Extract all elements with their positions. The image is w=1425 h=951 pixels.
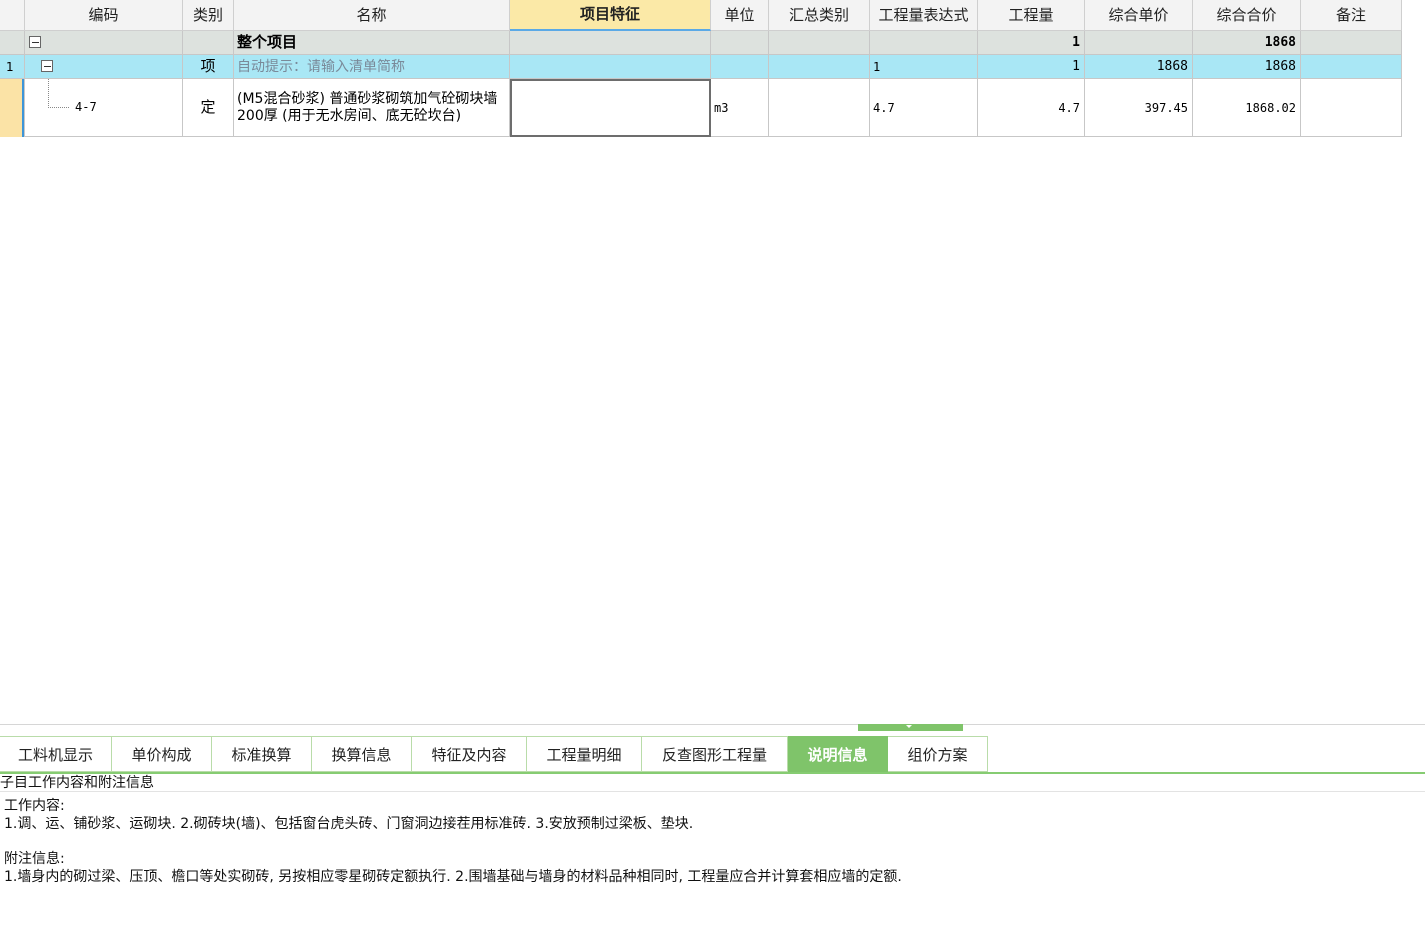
- table-row-project[interactable]: 整个项目 1 1868: [0, 31, 1402, 55]
- note-text: 1.墙身内的砌过梁、压顶、檐口等处实砌砖, 另按相应零星砌砖定额执行. 2.围墙…: [4, 869, 902, 885]
- row-unit[interactable]: [711, 31, 769, 55]
- tab-features-content[interactable]: 特征及内容: [412, 736, 527, 772]
- tab-unit-price-composition[interactable]: 单价构成: [112, 736, 212, 772]
- row-name[interactable]: 整个项目: [234, 31, 510, 55]
- row-qty[interactable]: 1: [978, 55, 1085, 79]
- row-total-price[interactable]: 1868: [1193, 55, 1301, 79]
- header-qty-expr[interactable]: 工程量表达式: [870, 0, 978, 31]
- tree-connector: [48, 79, 69, 108]
- tab-conversion-info[interactable]: 换算信息: [312, 736, 412, 772]
- header-type[interactable]: 类别: [183, 0, 234, 31]
- row-index[interactable]: [0, 31, 25, 55]
- row-unit-price[interactable]: [1085, 31, 1193, 55]
- section-title: 子目工作内容和附注信息: [0, 775, 154, 791]
- tab-quantity-detail[interactable]: 工程量明细: [527, 736, 642, 772]
- row-code[interactable]: [25, 55, 183, 79]
- row-qty-expr[interactable]: 1: [870, 55, 978, 79]
- tab-standard-conversion[interactable]: 标准换算: [212, 736, 312, 772]
- row-remark[interactable]: [1301, 55, 1402, 79]
- feature-edit-box[interactable]: [510, 79, 711, 137]
- work-content-text: 1.调、运、铺砂浆、运砌块. 2.砌砖块(墙)、包括窗台虎头砖、门窗洞边接茬用标…: [4, 816, 694, 832]
- row-total-price[interactable]: 1868: [1193, 31, 1301, 55]
- detail-tabs: 工料机显示 单价构成 标准换算 换算信息 特征及内容 工程量明细 反查图形工程量…: [0, 736, 988, 772]
- collapse-icon[interactable]: [29, 36, 41, 48]
- row-type[interactable]: [183, 31, 234, 55]
- panel-splitter[interactable]: [0, 724, 1425, 725]
- row-remark[interactable]: [1301, 31, 1402, 55]
- header-feature[interactable]: 项目特征: [510, 0, 711, 31]
- row-name[interactable]: (M5混合砂浆) 普通砂浆砌筑加气砼砌块墙 200厚 (用于无水房间、底无砼坎台…: [234, 79, 510, 137]
- tab-description-info[interactable]: 说明信息: [788, 736, 888, 772]
- row-type[interactable]: 项: [183, 55, 234, 79]
- row-summary-type[interactable]: [769, 31, 870, 55]
- tab-pricing-scheme[interactable]: 组价方案: [888, 736, 988, 772]
- section-divider: [0, 791, 1425, 792]
- header-summary-type[interactable]: 汇总类别: [769, 0, 870, 31]
- header-unit-price[interactable]: 综合单价: [1085, 0, 1193, 31]
- tab-material-display[interactable]: 工料机显示: [0, 736, 112, 772]
- row-unit-price[interactable]: 1868: [1085, 55, 1193, 79]
- row-code[interactable]: 4-7: [25, 79, 183, 137]
- row-summary-type[interactable]: [769, 55, 870, 79]
- row-feature[interactable]: [510, 31, 711, 55]
- tab-underline: [0, 772, 1425, 774]
- current-row-indicator: [0, 79, 24, 137]
- row-feature[interactable]: [510, 55, 711, 79]
- header-name[interactable]: 名称: [234, 0, 510, 31]
- grid-header: 编码 类别 名称 项目特征 单位 汇总类别 工程量表达式 工程量 综合单价 综合…: [0, 0, 1402, 31]
- row-qty-expr[interactable]: [870, 31, 978, 55]
- row-unit[interactable]: m3: [711, 79, 769, 137]
- header-index[interactable]: [0, 0, 25, 31]
- splitter-collapse-handle[interactable]: [858, 724, 963, 731]
- row-index[interactable]: 1: [0, 55, 25, 79]
- row-qty[interactable]: 4.7: [978, 79, 1085, 137]
- header-total-price[interactable]: 综合合价: [1193, 0, 1301, 31]
- row-total-price[interactable]: 1868.02: [1193, 79, 1301, 137]
- table-row-item[interactable]: 1 项 自动提示：请输入清单简称 1 1 1868 1868: [0, 55, 1402, 79]
- work-content-title: 工作内容:: [4, 798, 65, 814]
- header-code[interactable]: 编码: [25, 0, 183, 31]
- row-remark[interactable]: [1301, 79, 1402, 137]
- row-type[interactable]: 定: [183, 79, 234, 137]
- row-qty-expr[interactable]: 4.7: [870, 79, 978, 137]
- row-code[interactable]: [25, 31, 183, 55]
- row-unit-price[interactable]: 397.45: [1085, 79, 1193, 137]
- row-name[interactable]: 自动提示：请输入清单简称: [234, 55, 510, 79]
- header-qty[interactable]: 工程量: [978, 0, 1085, 31]
- note-title: 附注信息:: [4, 851, 65, 867]
- header-unit[interactable]: 单位: [711, 0, 769, 31]
- row-unit[interactable]: [711, 55, 769, 79]
- tab-reverse-graphic-quantity[interactable]: 反查图形工程量: [642, 736, 788, 772]
- row-qty[interactable]: 1: [978, 31, 1085, 55]
- collapse-icon[interactable]: [41, 60, 53, 72]
- header-remark[interactable]: 备注: [1301, 0, 1402, 31]
- row-summary-type[interactable]: [769, 79, 870, 137]
